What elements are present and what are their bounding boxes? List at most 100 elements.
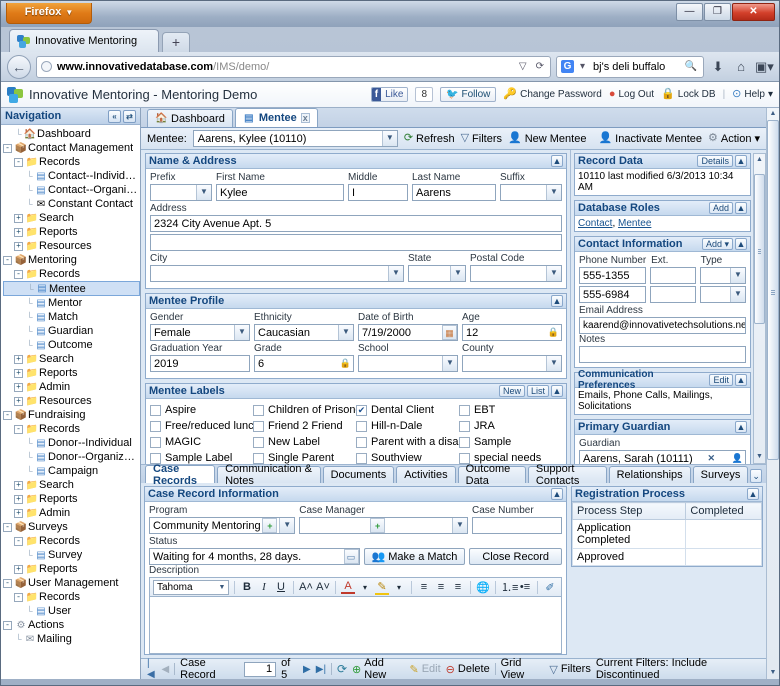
sidebar-item-donor-organization[interactable]: └ ▤ Donor--Organization (3, 450, 140, 464)
font-color-button[interactable]: A (341, 580, 355, 594)
school-input[interactable]: ▼ (358, 355, 458, 372)
bold-button[interactable]: B (240, 581, 254, 593)
chevron-down-icon[interactable]: ▼ (234, 325, 249, 340)
collapse-node-icon[interactable]: - (14, 592, 23, 602)
sidebar-item-guardian[interactable]: └ ▤ Guardian (3, 324, 140, 338)
expand-node-icon[interactable]: + (14, 480, 23, 490)
refresh-icon[interactable]: ⟳ (337, 662, 347, 676)
bottom-tab-overflow-button[interactable]: ⌄ (750, 469, 762, 483)
status-input[interactable]: Waiting for 4 months, 28 days. ▭ (149, 548, 360, 565)
graduation-year-input[interactable]: 2019 (150, 355, 250, 372)
page-scrollbar[interactable]: ▲ ▼ (766, 108, 779, 679)
county-input[interactable]: ▼ (462, 355, 562, 372)
highlight-color-button[interactable]: ✎ (375, 580, 389, 595)
sidebar-item-outcome[interactable]: └ ▤ Outcome (3, 338, 140, 352)
mentee-label-dental-client[interactable]: ✔ Dental Client (356, 402, 459, 418)
chevron-down-icon[interactable]: ▼ (279, 518, 295, 533)
scroll-up-button[interactable]: ▲ (754, 154, 765, 166)
city-input[interactable]: ▼ (150, 265, 404, 282)
mentee-label-free-reduced-lunch[interactable]: Free/reduced lunch (150, 418, 253, 434)
chevron-down-icon[interactable]: ▼ (388, 266, 403, 281)
chevron-down-icon[interactable]: ▼ (338, 325, 353, 340)
sidebar-item-admin[interactable]: + 📁 Admin (3, 506, 140, 520)
prefix-input[interactable]: ▼ (150, 184, 212, 201)
program-input[interactable]: Community Mentoring + ▼ (149, 517, 296, 534)
back-button[interactable]: ← (7, 54, 31, 79)
phone-number-input-2[interactable]: 555-6984 (579, 286, 646, 303)
mentee-label-magic[interactable]: MAGIC (150, 434, 253, 450)
expand-node-icon[interactable]: + (14, 382, 23, 392)
guardian-input[interactable]: Aarens, Sarah (10111) ✕ 👤 (579, 450, 746, 464)
chevron-down-icon[interactable]: ▼ (546, 185, 561, 200)
collapse-node-icon[interactable]: - (14, 424, 23, 434)
sidebar-item-mailing[interactable]: └ ✉ Mailing (3, 632, 140, 646)
sidebar-item-reports[interactable]: + 📁 Reports (3, 225, 140, 239)
sidebar-item-contact-individual[interactable]: └ ▤ Contact--Individual (3, 169, 140, 183)
page-scroll-down-button[interactable]: ▼ (767, 667, 779, 679)
sidebar-item-mentor[interactable]: └ ▤ Mentor (3, 296, 140, 310)
change-password-link[interactable]: 🔑 Change Password (503, 89, 601, 101)
collapse-panel-button[interactable]: ▲ (551, 295, 563, 307)
new-tab-button[interactable]: + (162, 32, 190, 52)
decrease-font-size-button[interactable]: A˅ (316, 581, 330, 593)
phone-ext-input-2[interactable] (649, 286, 696, 303)
chevron-down-icon[interactable]: ▼ (381, 131, 397, 146)
delete-button[interactable]: ⊖ Delete (446, 663, 490, 676)
add-icon[interactable]: + (262, 518, 278, 533)
role-link-mentee[interactable]: Mentee (618, 218, 651, 229)
bottom-tab-support-contacts[interactable]: Support Contacts (527, 463, 607, 487)
insert-link-icon[interactable]: 🌐 (476, 581, 490, 594)
role-link-contact[interactable]: Contact (578, 218, 612, 229)
dob-input[interactable]: 7/19/2000 ▦ (358, 324, 458, 341)
help-menu[interactable]: ⊙ Help ▾ (732, 89, 773, 101)
mentee-label-special-needs[interactable]: special needs (459, 450, 562, 464)
sidebar-item-resources[interactable]: + 📁 Resources (3, 394, 140, 408)
record-details-button[interactable]: Details (697, 155, 733, 167)
collapse-panel-button[interactable]: ▲ (551, 385, 563, 397)
chevron-down-icon[interactable]: ▼ (546, 356, 561, 371)
page-scroll-up-button[interactable]: ▲ (767, 108, 779, 120)
chevron-down-icon[interactable]: ▼ (546, 266, 561, 281)
expand-node-icon[interactable]: + (14, 227, 23, 237)
phone-ext-input-1[interactable] (649, 267, 696, 284)
chevron-down-icon[interactable]: ▼ (196, 185, 211, 200)
collapse-panel-button[interactable]: ▲ (551, 155, 563, 167)
refresh-sidebar-button[interactable]: ⇄ (123, 109, 136, 123)
notes-input[interactable] (579, 346, 746, 363)
new-mentee-button[interactable]: 👤 New Mentee (508, 133, 586, 145)
collapse-sidebar-button[interactable]: « (108, 109, 121, 123)
mentee-label-southview[interactable]: Southview (356, 450, 459, 464)
mentee-label-new-label[interactable]: New Label (253, 434, 356, 450)
bookmarks-icon[interactable]: ▣▾ (755, 59, 774, 75)
expand-node-icon[interactable]: + (14, 494, 23, 504)
chevron-down-icon[interactable]: ▾ (358, 583, 372, 592)
checkbox[interactable] (253, 420, 264, 432)
collapse-panel-button[interactable]: ▲ (735, 202, 747, 214)
sidebar-item-records[interactable]: - 📁 Records (3, 267, 140, 281)
collapse-node-icon[interactable]: - (14, 269, 23, 279)
expand-node-icon[interactable]: + (14, 508, 23, 518)
add-contact-button[interactable]: Add ▾ (701, 238, 733, 250)
close-record-button[interactable]: Close Record (469, 548, 562, 565)
record-page-input[interactable]: 1 (244, 661, 277, 677)
reload-icon[interactable]: ⟳ (534, 61, 546, 72)
page-scrollbar-track[interactable] (767, 120, 779, 667)
checkbox[interactable] (459, 420, 470, 432)
collapse-panel-button[interactable]: ▲ (735, 374, 747, 386)
table-row[interactable]: Approved (571, 548, 762, 566)
case-manager-input[interactable]: + ▼ (299, 517, 468, 534)
expand-node-icon[interactable]: + (14, 241, 23, 251)
address-line1-input[interactable]: 2324 City Avenue Apt. 5 (150, 215, 562, 232)
calendar-icon[interactable]: ▦ (442, 325, 457, 340)
scrollbar-track[interactable] (754, 166, 765, 451)
checkbox[interactable] (253, 436, 264, 448)
add-icon[interactable]: + (370, 518, 386, 533)
expand-node-icon[interactable]: + (14, 368, 23, 378)
mentee-label-friend-2-friend[interactable]: Friend 2 Friend (253, 418, 356, 434)
underline-button[interactable]: U (274, 581, 288, 593)
gender-input[interactable]: Female ▼ (150, 324, 250, 341)
checkbox[interactable] (459, 452, 470, 464)
case-number-input[interactable] (472, 517, 562, 534)
sidebar-item-match[interactable]: └ ▤ Match (3, 310, 140, 324)
chevron-down-icon[interactable]: ▼ (452, 518, 467, 533)
